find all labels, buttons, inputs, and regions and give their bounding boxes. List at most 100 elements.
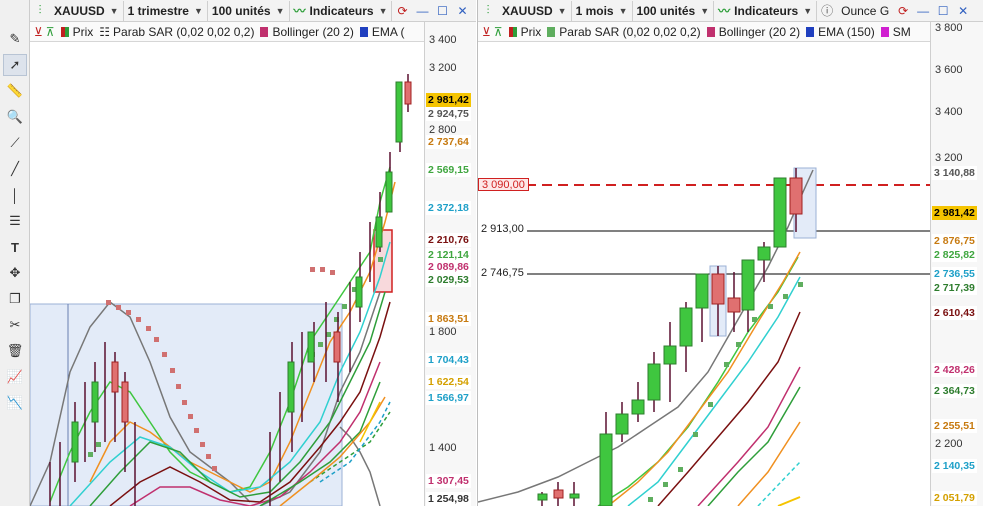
minimize-icon[interactable]: — [412,1,432,21]
price-label: 2 569,15 [426,163,471,177]
pencil-icon[interactable]: ✎ [3,28,27,50]
info-icon[interactable]: ⓘ [817,1,837,21]
price-label: 3 140,88 [932,166,977,180]
ia-alert-icon[interactable]: 📉 [3,392,27,414]
axis-tick: 3 200 [935,152,963,164]
copy-icon[interactable]: ❐ [3,288,27,310]
legend-item[interactable]: SM [880,25,911,39]
trash-icon[interactable]: 🗑 [3,340,27,362]
close-icon[interactable]: ✕ [452,1,472,21]
right-chart-plot[interactable] [478,42,930,506]
left-chart-pane: ⫶ XAUUSD ▼ 1 trimestre ▼ 100 unités ▼ 〰 Indi… [30,0,476,506]
axis-tick: 1 400 [429,442,457,454]
segment-icon[interactable]: ⟋ [3,132,27,154]
legend-item[interactable]: EMA ( [359,25,405,39]
axis-tick: 3 200 [429,62,457,74]
legend-up-icon[interactable]: ⊼ [494,25,503,39]
left-price-axis[interactable]: 3 400 3 200 2 800 1 800 1 400 2 981,42 2… [424,22,476,506]
axis-tick: 1 800 [429,326,457,338]
legend-down-icon[interactable]: ⊻ [34,25,43,39]
move-icon[interactable]: ✥ [3,262,27,284]
sync-icon[interactable]: ⟳ [392,1,412,21]
price-label: 2 825,82 [932,248,977,262]
ruler-icon[interactable]: 📏 [3,80,27,102]
legend-item[interactable]: Prix [60,25,93,39]
price-label: 2 981,42 [426,93,471,107]
price-label: 2 089,86 [426,260,471,274]
axis-tick: 3 400 [429,34,457,46]
price-label: 1 704,43 [426,353,471,367]
level-label[interactable]: 3 090,00 [478,178,529,191]
list-icon: ☷ [99,24,111,39]
price-label: 2 210,76 [426,233,471,247]
chevron-down-icon: ▼ [618,5,628,16]
indicators-icon: 〰 [718,4,731,18]
price-label: 2 610,43 [932,306,977,320]
sync-icon[interactable]: ⟳ [893,1,913,21]
indicators-menu[interactable]: 〰 Indicateurs ▼ [290,0,393,21]
level-label[interactable]: 2 913,00 [478,223,527,236]
price-label: 1 566,97 [426,391,471,405]
level-label[interactable]: 2 746,75 [478,267,527,280]
symbol-selector[interactable]: XAUUSD ▼ [50,0,124,21]
chevron-down-icon: ▼ [700,5,710,16]
line-icon[interactable]: ╱ [3,158,27,180]
price-label: 2 924,75 [426,107,471,121]
left-chart-legend: ⊻ ⊼ Prix ☷ Parab SAR (0,02 0,02 0,2) Boll… [30,22,424,42]
drawing-toolbar: ✎ ➚ 📏 🔍 ⟋ ╱ │ ☰ T ✥ ❐ ✂ 🗑 📈 📉 [0,0,30,506]
left-chart-toolbar: ⫶ XAUUSD ▼ 1 trimestre ▼ 100 unités ▼ 〰 Indi… [30,0,476,22]
chevron-down-icon: ▼ [109,5,119,16]
legend-item[interactable]: Parab SAR (0,02 0,02 0,2) [547,25,701,39]
units-selector[interactable]: 100 unités ▼ [633,0,715,21]
instrument-name: Ounce G [841,3,890,18]
maximize-icon[interactable]: ☐ [933,1,953,21]
legend-item[interactable]: Prix [508,25,541,39]
price-label: 2 029,53 [426,273,471,287]
price-label: 1 254,98 [426,492,471,506]
chevron-down-icon: ▼ [803,5,813,16]
axis-tick: 3 800 [935,22,963,34]
axis-tick: 3 400 [935,106,963,118]
price-label: 2 736,55 [932,267,977,281]
period-selector[interactable]: 1 trimestre ▼ [124,0,208,21]
period-selector[interactable]: 1 mois ▼ [572,0,633,21]
tools-icon[interactable]: ✂ [3,314,27,336]
indicators-icon: 〰 [293,4,306,18]
left-chart-plot[interactable] [30,42,424,506]
price-label: 2 876,75 [932,234,977,248]
legend-item[interactable]: Bollinger (20 2) [260,25,354,39]
price-label: 2 372,18 [426,201,471,215]
right-chart-toolbar: ⫶ XAUUSD ▼ 1 mois ▼ 100 unités ▼ 〰 Indicateu… [478,0,983,22]
ia-icon[interactable]: 📈 [3,366,27,388]
legend-down-icon[interactable]: ⊻ [482,25,491,39]
minimize-icon[interactable]: — [913,1,933,21]
price-label: 2 364,73 [932,384,977,398]
maximize-icon[interactable]: ☐ [432,1,452,21]
legend-item[interactable]: ☷ Parab SAR (0,02 0,02 0,2) [99,25,254,39]
close-icon[interactable]: ✕ [953,1,973,21]
axis-tick: 3 600 [935,64,963,76]
vertical-line-icon[interactable]: │ [3,184,27,206]
price-label: 2 428,26 [932,363,977,377]
candlestick-icon[interactable]: ⫶ [478,1,498,21]
axis-tick: 2 200 [935,438,963,450]
fibonacci-icon[interactable]: ☰ [3,210,27,232]
right-chart-pane: ⫶ XAUUSD ▼ 1 mois ▼ 100 unités ▼ 〰 Indicateu… [477,0,983,506]
symbol-selector[interactable]: XAUUSD ▼ [498,0,572,21]
chevron-down-icon: ▼ [193,5,203,16]
legend-item[interactable]: EMA (150) [806,25,875,39]
price-label: 2 717,39 [932,281,977,295]
cursor-icon[interactable]: ➚ [3,54,27,76]
price-label: 2 981,42 [932,206,977,220]
legend-up-icon[interactable]: ⊼ [46,25,55,39]
text-icon[interactable]: T [3,236,27,258]
indicators-menu[interactable]: 〰 Indicateurs ▼ [714,0,818,21]
legend-item[interactable]: Bollinger (20 2) [706,25,800,39]
price-label: 1 622,54 [426,375,471,389]
candlestick-icon[interactable]: ⫶ [30,1,50,21]
right-chart-legend: ⊻ ⊼ Prix Parab SAR (0,02 0,02 0,2) Bolli… [478,22,932,42]
units-selector[interactable]: 100 unités ▼ [208,0,290,21]
magnifier-icon[interactable]: 🔍 [3,106,27,128]
right-price-axis[interactable]: 3 800 3 600 3 400 3 200 2 200 3 140,88 2… [930,22,983,506]
chevron-down-icon: ▼ [557,5,567,16]
